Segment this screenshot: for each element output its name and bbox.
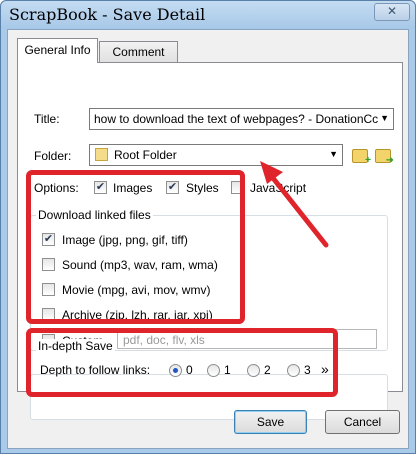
save-detail-window: ScrapBook - Save Detail ✕ General Info C… [0, 0, 416, 454]
annotation-arrow-icon [260, 161, 329, 248]
tab-general-info[interactable]: General Info [17, 38, 98, 63]
